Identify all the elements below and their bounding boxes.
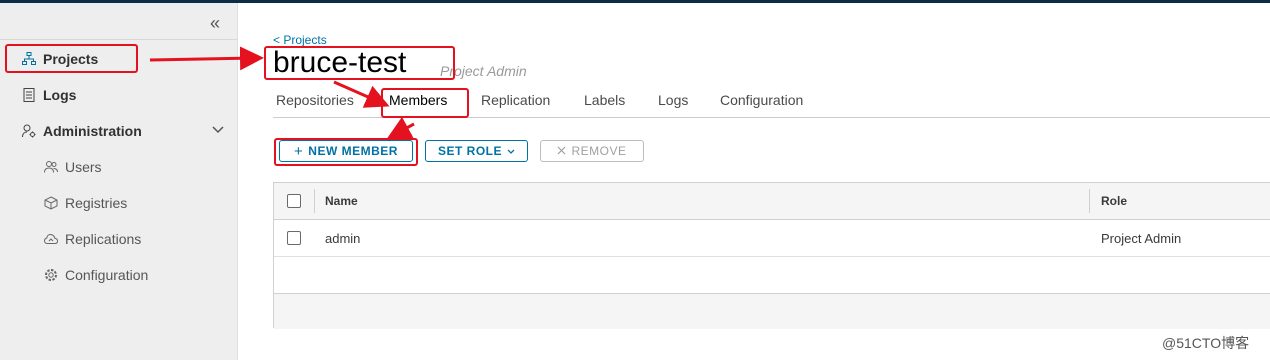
set-role-label: SET ROLE bbox=[437, 144, 502, 158]
members-table: Name Role admin Project Admin bbox=[273, 182, 1270, 329]
column-divider[interactable] bbox=[1089, 189, 1090, 213]
sidebar-item-label: Configuration bbox=[65, 267, 149, 283]
member-role: Project Admin bbox=[1101, 231, 1182, 246]
sidebar-item-label: Administration bbox=[43, 123, 142, 139]
row-checkbox[interactable] bbox=[287, 231, 301, 245]
sidebar-item-replications[interactable]: Replications bbox=[44, 231, 141, 247]
annotation-box-title bbox=[264, 46, 455, 80]
breadcrumb[interactable]: < Projects bbox=[273, 33, 327, 47]
sidebar-item-logs[interactable]: Logs bbox=[22, 87, 76, 103]
annotation-box-members-tab bbox=[381, 88, 469, 118]
tab-replication[interactable]: Replication bbox=[481, 92, 550, 108]
remove-button[interactable]: REMOVE bbox=[540, 140, 644, 162]
collapse-sidebar-icon[interactable]: « bbox=[210, 13, 220, 34]
annotation-box-new-member bbox=[274, 138, 418, 166]
tab-labels[interactable]: Labels bbox=[584, 92, 625, 108]
registries-icon bbox=[44, 196, 58, 210]
select-all-checkbox[interactable] bbox=[287, 194, 301, 208]
annotation-arrow bbox=[386, 116, 415, 139]
sidebar-item-configuration[interactable]: Configuration bbox=[44, 267, 148, 283]
set-role-button[interactable]: SET ROLE bbox=[425, 140, 528, 162]
sidebar-item-label: Users bbox=[65, 159, 102, 175]
chevron-down-icon[interactable] bbox=[212, 123, 224, 137]
close-icon bbox=[557, 144, 566, 158]
remove-label: REMOVE bbox=[571, 144, 627, 158]
sidebar-item-label: Registries bbox=[65, 195, 128, 211]
sidebar-item-registries[interactable]: Registries bbox=[44, 195, 127, 211]
column-header-name[interactable]: Name bbox=[325, 194, 358, 208]
replications-icon bbox=[44, 232, 58, 246]
tab-configuration[interactable]: Configuration bbox=[720, 92, 803, 108]
administration-icon bbox=[22, 124, 36, 138]
users-icon bbox=[44, 160, 58, 174]
sidebar-item-label: Replications bbox=[65, 231, 142, 247]
column-divider bbox=[314, 189, 315, 213]
table-footer bbox=[274, 293, 1270, 329]
member-name: admin bbox=[325, 231, 361, 246]
sidebar-item-users[interactable]: Users bbox=[44, 159, 102, 175]
watermark: @51CTO博客 bbox=[1162, 335, 1250, 351]
chevron-down-icon bbox=[507, 144, 515, 158]
sidebar-divider bbox=[0, 39, 237, 40]
tab-logs[interactable]: Logs bbox=[658, 92, 688, 108]
tab-repositories[interactable]: Repositories bbox=[276, 92, 354, 108]
column-header-role[interactable]: Role bbox=[1101, 194, 1127, 208]
table-header: Name Role bbox=[274, 183, 1270, 220]
table-row[interactable]: admin Project Admin bbox=[274, 219, 1270, 257]
sidebar-item-administration[interactable]: Administration bbox=[22, 123, 142, 139]
sidebar-item-label: Logs bbox=[43, 87, 77, 103]
annotation-box-projects bbox=[5, 44, 138, 73]
gear-icon bbox=[44, 268, 58, 282]
logs-icon bbox=[22, 88, 36, 102]
